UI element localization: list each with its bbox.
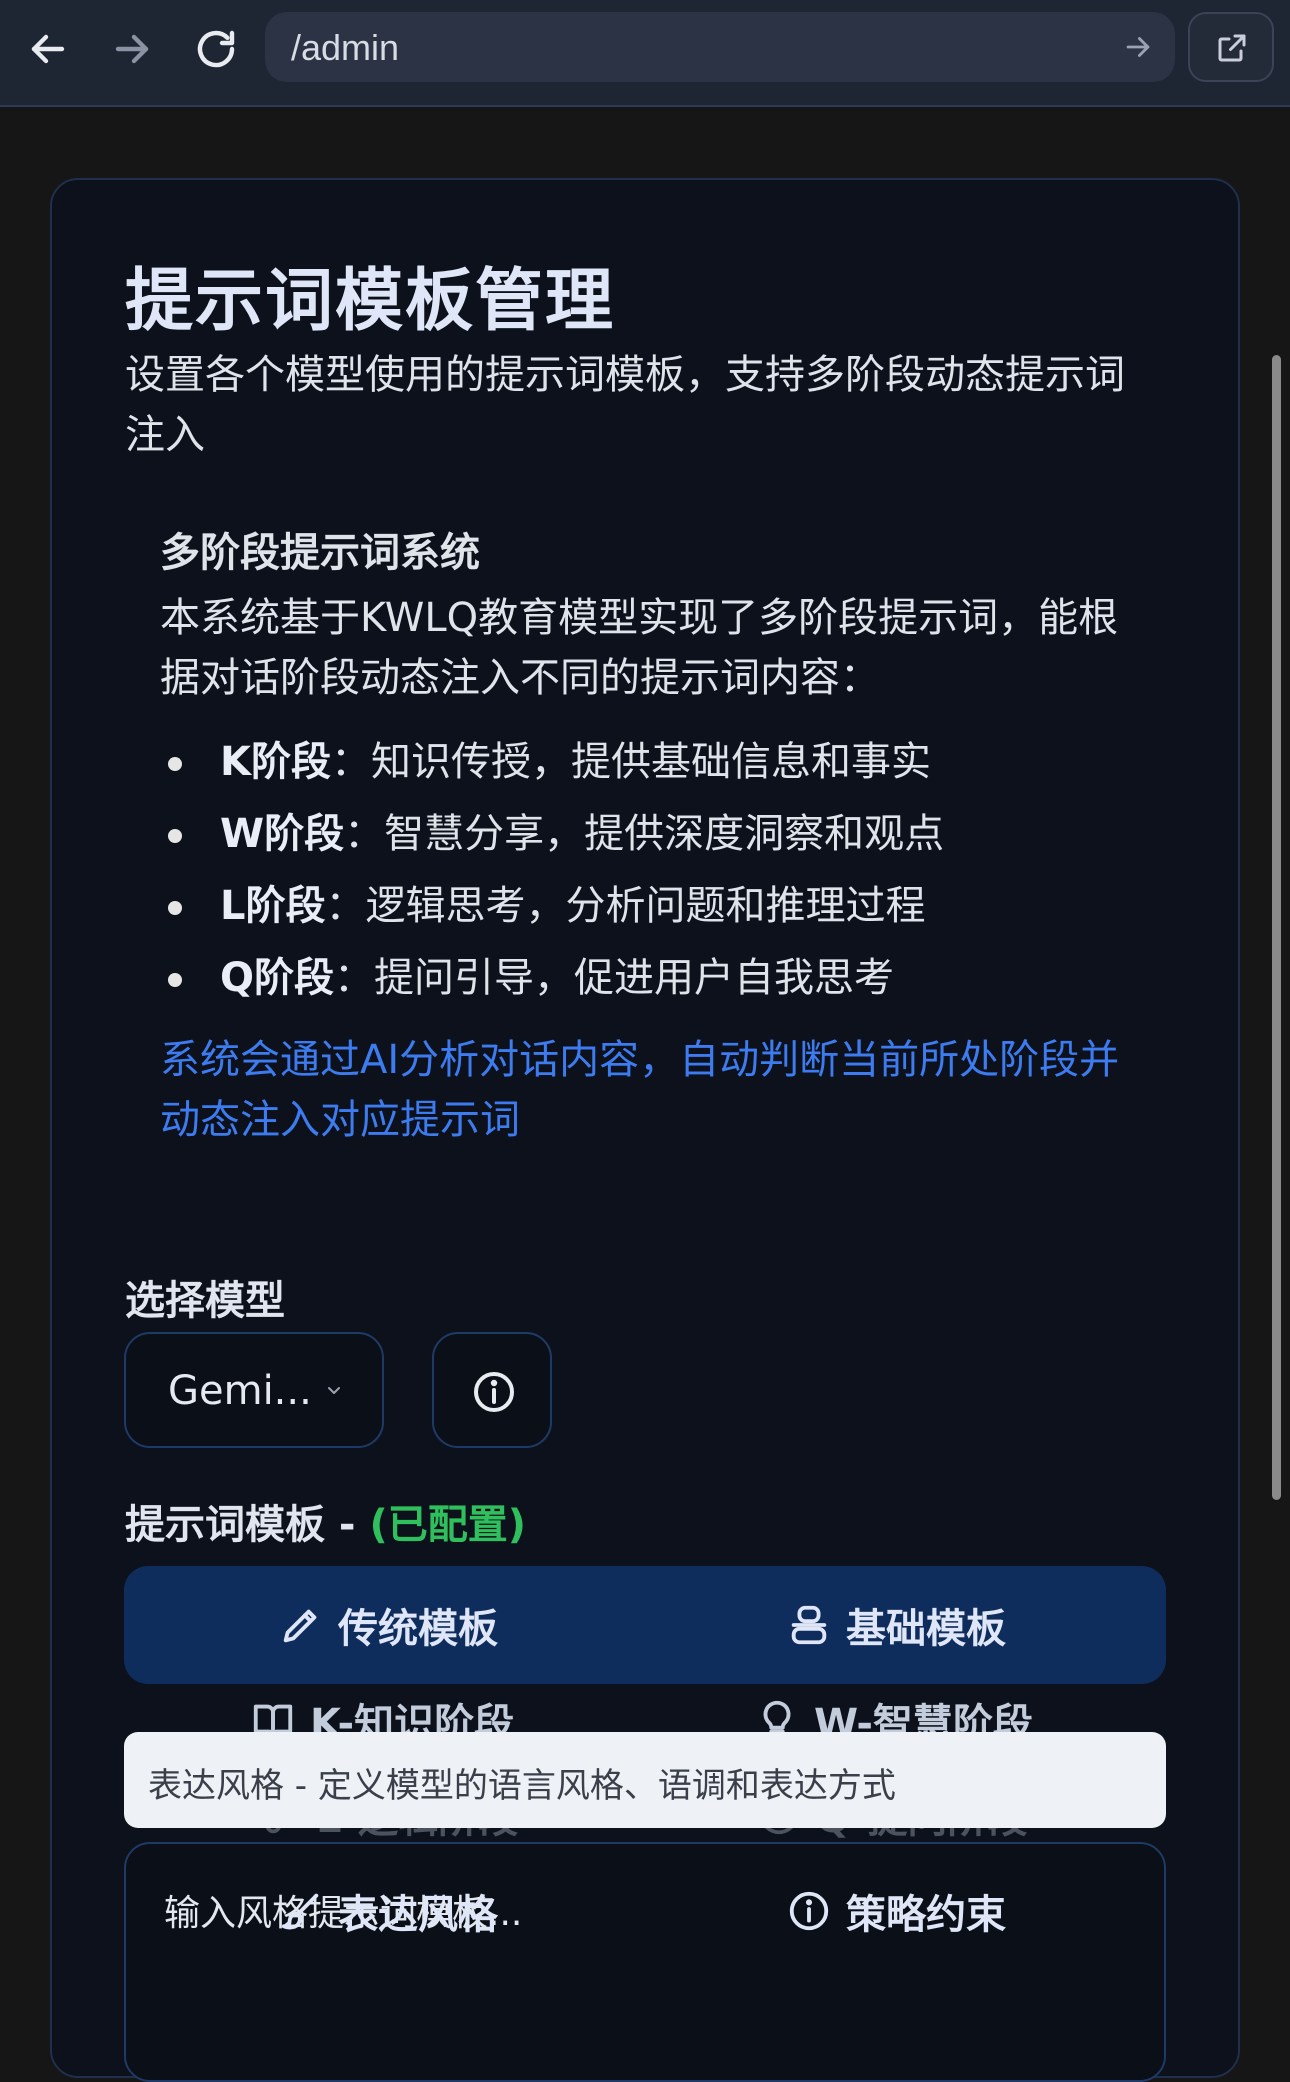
stage-sep: ：	[331, 739, 371, 785]
tab-style[interactable]: 表达风格	[278, 1866, 498, 1956]
user-icon	[791, 1605, 827, 1645]
forward-arrow-icon[interactable]	[108, 25, 156, 73]
reload-icon[interactable]	[192, 25, 240, 73]
url-text: /admin	[291, 27, 400, 68]
bullet-icon	[168, 757, 182, 771]
stage-sep: ：	[334, 955, 375, 1001]
list-item: K阶段：知识传授，提供基础信息和事实	[160, 732, 944, 804]
status-badge: (已配置)	[369, 1502, 527, 1548]
scrollbar[interactable]	[1272, 355, 1281, 1500]
tab-traditional[interactable]: 传统模板	[278, 1580, 498, 1670]
tab-label: 传统模板	[338, 1606, 498, 1652]
tooltip-text: 表达风格 - 定义模型的语言风格、语调和表达方式	[148, 1766, 896, 1806]
tab-label: 表达风格	[338, 1892, 498, 1938]
model-label: 选择模型	[125, 1278, 285, 1324]
stage-name: K阶段	[220, 739, 331, 785]
pencil-icon	[283, 1609, 317, 1643]
auto-detect-note: 系统会通过AI分析对话内容，自动判断当前所处阶段并动态注入对应提示词	[160, 1037, 1120, 1143]
list-item: W阶段：智慧分享，提供深度洞察和观点	[160, 804, 944, 876]
bullet-icon	[168, 973, 182, 987]
tooltip: 表达风格 - 定义模型的语言风格、语调和表达方式	[124, 1732, 1166, 1828]
list-item: Q阶段：提问引导，促进用户自我思考	[160, 948, 944, 1020]
info-title: 多阶段提示词系统	[160, 530, 480, 576]
info-description: 本系统基于KWLQ教育模型实现了多阶段提示词，能根据对话阶段动态注入不同的提示词…	[160, 595, 1119, 701]
stage-text: 提问引导，促进用户自我思考	[374, 955, 895, 1001]
open-external-button[interactable]	[1188, 12, 1274, 82]
stage-sep: ：	[325, 883, 366, 929]
info-icon	[789, 1891, 829, 1931]
model-select[interactable]: Gemi...	[124, 1332, 384, 1448]
stage-name: Q阶段	[220, 955, 335, 1001]
page-subtitle: 设置各个模型使用的提示词模板，支持多阶段动态提示词注入	[125, 352, 1125, 458]
tab-label: 策略约束	[846, 1892, 1006, 1938]
info-icon	[474, 1372, 514, 1412]
stage-name: W阶段	[220, 811, 345, 857]
list-item: L阶段：逻辑思考，分析问题和推理过程	[160, 876, 944, 948]
stage-sep: ：	[344, 811, 385, 857]
model-info-button[interactable]	[432, 1332, 552, 1448]
browser-toolbar: /admin	[0, 0, 1290, 107]
brush-icon	[281, 1893, 319, 1930]
stage-name: L阶段	[220, 883, 326, 929]
stage-list: K阶段：知识传授，提供基础信息和事实 W阶段：智慧分享，提供深度洞察和观点 L阶…	[160, 732, 944, 1020]
stage-text: 智慧分享，提供深度洞察和观点	[384, 811, 945, 857]
template-label-text: 提示词模板 -	[125, 1502, 370, 1548]
tab-basic[interactable]: 基础模板	[786, 1580, 1006, 1670]
stage-text: 逻辑思考，分析问题和推理过程	[365, 883, 926, 929]
template-label: 提示词模板 - (已配置)	[125, 1492, 526, 1550]
bullet-icon	[168, 901, 182, 915]
external-link-icon	[1218, 34, 1246, 62]
chevron-down-icon	[328, 1387, 340, 1394]
model-selected-value: Gemi...	[168, 1368, 312, 1414]
tab-constraints[interactable]: 策略约束	[786, 1866, 1006, 1956]
address-bar[interactable]: /admin	[265, 12, 1175, 82]
page-title: 提示词模板管理	[125, 262, 616, 341]
go-arrow-icon[interactable]	[1121, 30, 1155, 64]
stage-text: 知识传授，提供基础信息和事实	[371, 739, 931, 785]
tab-label: 基础模板	[846, 1606, 1006, 1652]
bullet-icon	[168, 829, 182, 843]
back-arrow-icon[interactable]	[24, 25, 72, 73]
